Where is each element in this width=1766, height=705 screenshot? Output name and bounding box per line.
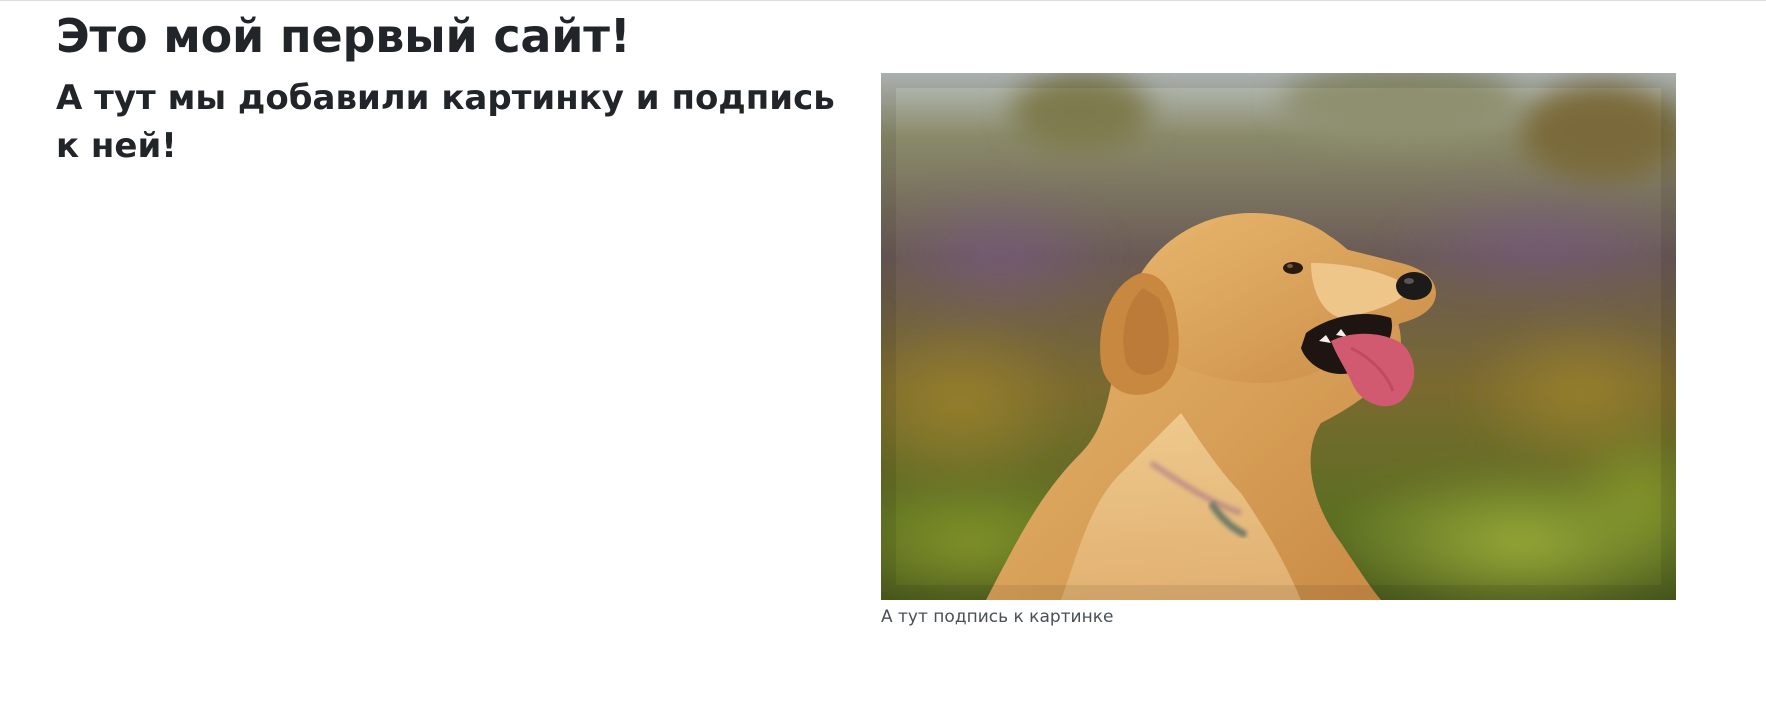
dog-photo-graphic <box>881 73 1676 600</box>
top-divider <box>0 0 1766 1</box>
image-figure: А тут подпись к картинке <box>881 73 1676 628</box>
page-subtitle: А тут мы добавили картинку и подпись к н… <box>56 78 835 166</box>
dog-photo <box>881 73 1676 600</box>
image-caption: А тут подпись к картинке <box>881 607 1114 627</box>
page-title: Это мой первый сайт! <box>56 9 631 63</box>
text-column: А тут мы добавили картинку и подпись к н… <box>56 74 846 170</box>
